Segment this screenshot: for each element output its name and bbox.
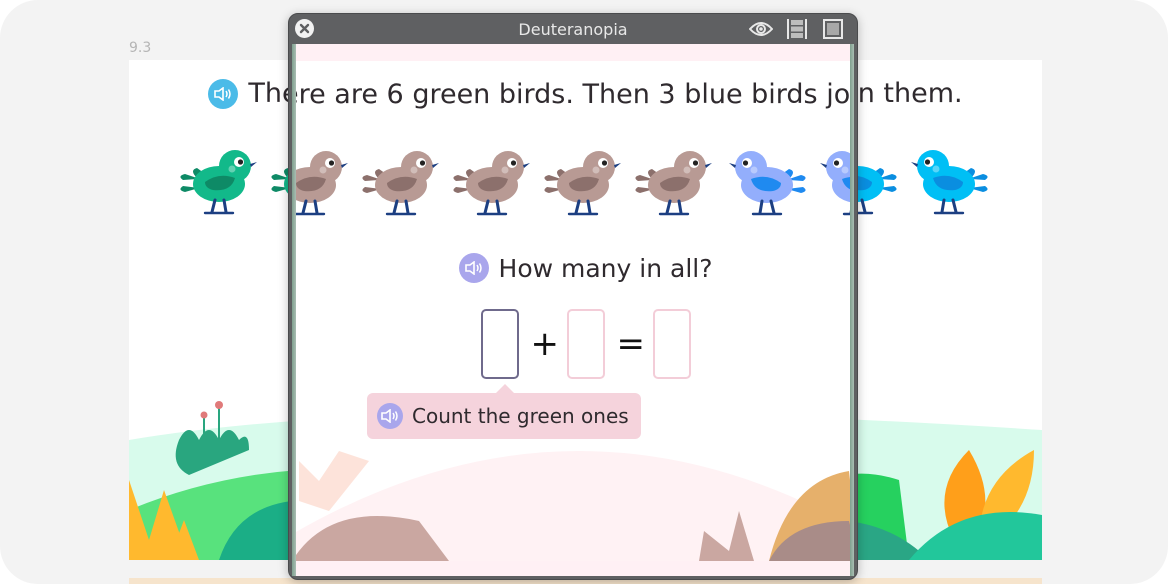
- close-icon[interactable]: [295, 19, 314, 38]
- app-frame: 9.3 There are 6 green birds. Then 3 blue…: [0, 0, 1168, 584]
- green-bird: [292, 143, 354, 217]
- green-bird: [632, 143, 718, 217]
- split-view-icon[interactable]: [785, 18, 809, 40]
- equals-sign: =: [616, 324, 646, 364]
- simulator-right-edge: [850, 44, 854, 576]
- eye-icon[interactable]: [749, 18, 773, 40]
- speaker-icon[interactable]: [377, 403, 403, 429]
- simulator-title: Deuteranopia: [518, 19, 628, 39]
- green-bird: [450, 143, 536, 217]
- green-bird: [359, 143, 445, 217]
- blue-bird: [723, 143, 809, 217]
- prompt-row: How many in all?: [292, 253, 854, 283]
- green-bird: [177, 142, 263, 216]
- hint-tooltip: Count the green ones: [367, 384, 641, 439]
- simulator-left-edge: [292, 44, 296, 576]
- blue-bird: [905, 142, 991, 216]
- blue-bird: [814, 143, 854, 217]
- fullscreen-icon[interactable]: [821, 18, 845, 40]
- hint-text: Count the green ones: [412, 404, 629, 428]
- answer-box-2[interactable]: [566, 309, 605, 379]
- colorblind-simulator-window[interactable]: Deuteranopia There are 6 gre: [288, 13, 858, 580]
- speaker-icon[interactable]: [208, 78, 239, 109]
- equation: + =: [292, 309, 854, 379]
- simulator-viewport: There are 6 green birds. Then 3 blue bir…: [292, 44, 854, 576]
- lesson-number: 9.3: [129, 40, 152, 56]
- green-bird: [541, 143, 627, 217]
- prompt-text: How many in all?: [498, 253, 713, 283]
- plus-sign: +: [530, 324, 560, 364]
- bird-row-simulated: [292, 143, 854, 223]
- speaker-icon[interactable]: [458, 253, 489, 283]
- question-row: There are 6 green birds. Then 3 blue bir…: [292, 79, 854, 110]
- answer-box-1[interactable]: [480, 309, 519, 379]
- question-text: There are 6 green birds. Then 3 blue bir…: [292, 79, 854, 110]
- simulated-page: There are 6 green birds. Then 3 blue bir…: [292, 61, 854, 561]
- answer-box-3[interactable]: [652, 309, 691, 379]
- simulator-titlebar[interactable]: Deuteranopia: [289, 14, 857, 44]
